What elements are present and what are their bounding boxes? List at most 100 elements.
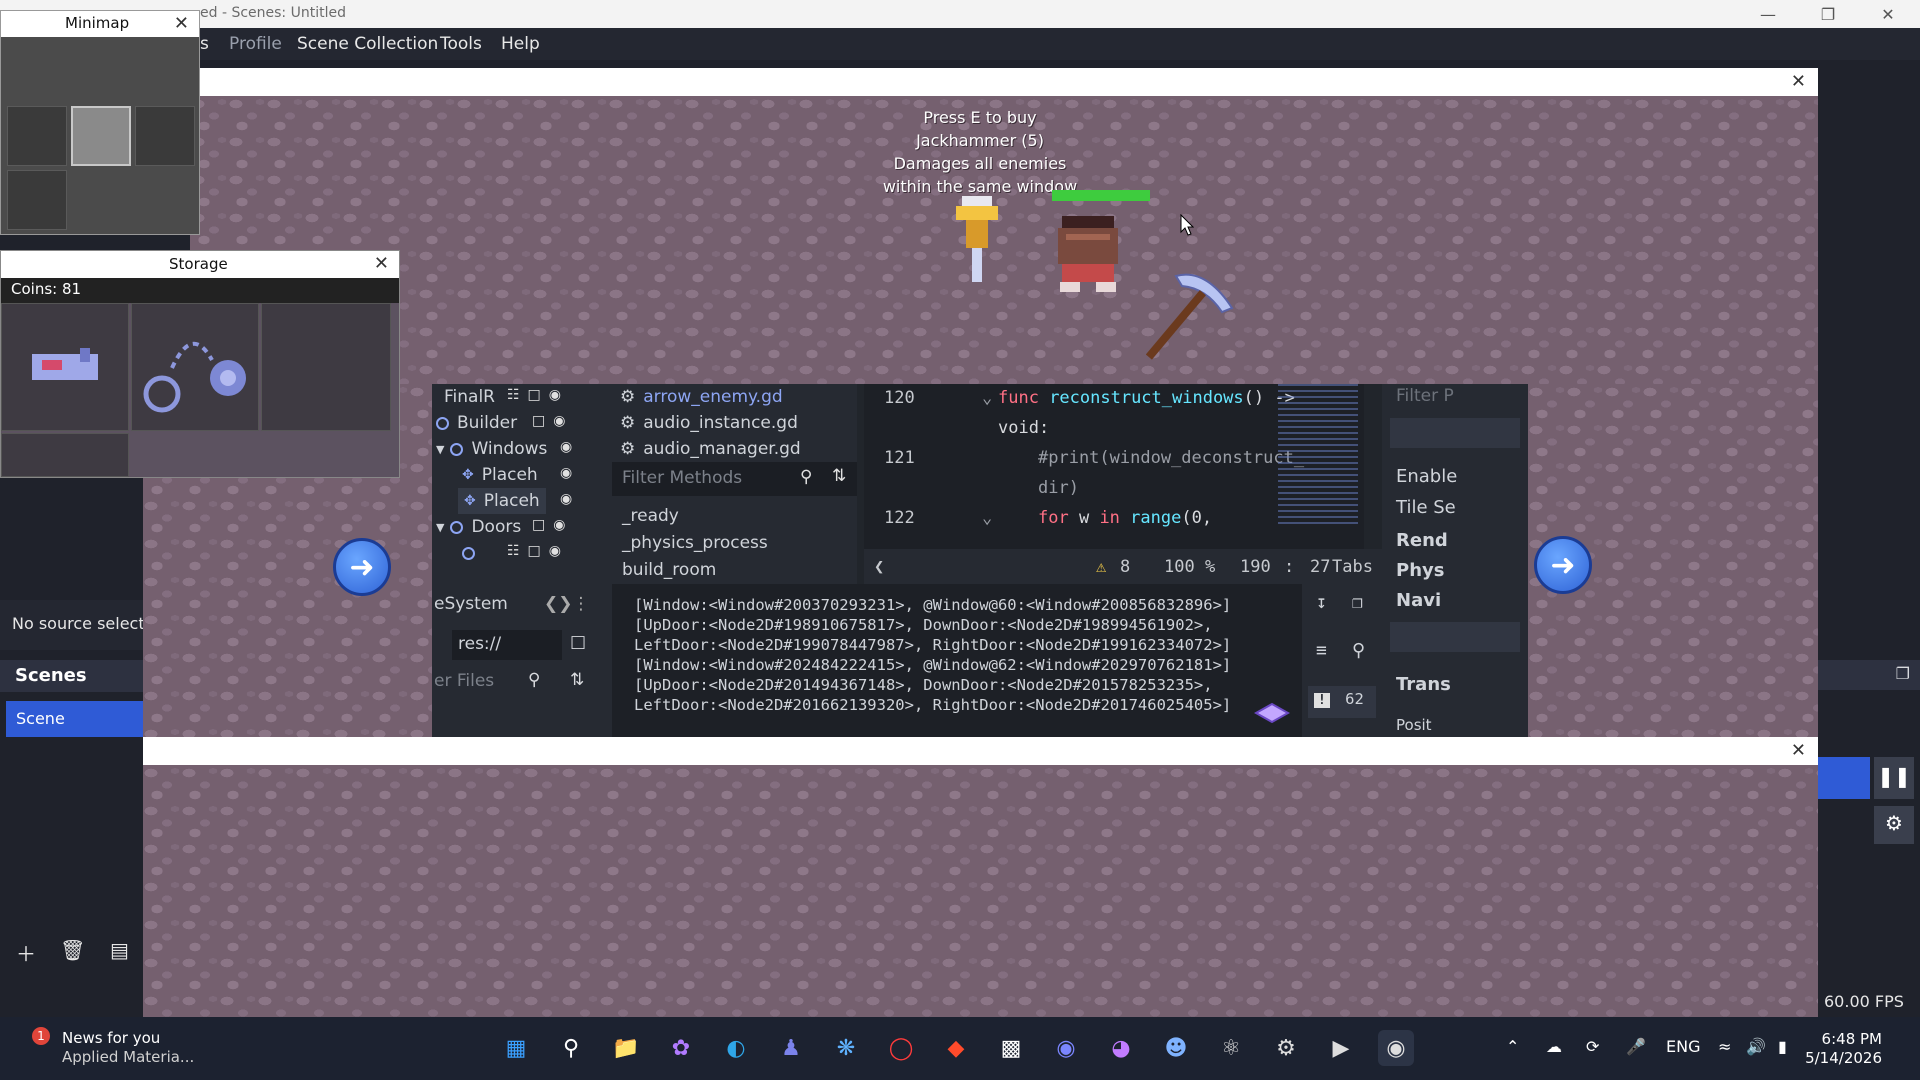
split-view-icon[interactable]: □ — [570, 632, 586, 652]
search-icon[interactable]: ⚲ — [1352, 640, 1365, 661]
menu-item-profile[interactable]: Profile — [229, 34, 282, 54]
storage-slot[interactable] — [131, 303, 259, 431]
menu-item-tools[interactable]: Tools — [440, 34, 482, 54]
visibility-eye-icon[interactable]: ◉ — [560, 491, 580, 507]
store-icon[interactable]: ▩ — [993, 1030, 1029, 1066]
record-button[interactable] — [1818, 757, 1870, 799]
chevron-down-icon[interactable]: ▼ — [436, 521, 444, 534]
visibility-eye-icon[interactable]: ◉ — [560, 465, 580, 481]
code-editor[interactable]: 120 ⌄ func reconstruct_windows() -> void… — [864, 384, 1364, 549]
tree-node[interactable]: ✥ Placeh — [462, 462, 538, 488]
volume-icon[interactable]: 🔊 — [1746, 1037, 1766, 1056]
resource-field[interactable] — [1390, 418, 1520, 448]
sync-icon[interactable]: ⟳ — [1586, 1037, 1599, 1056]
language-indicator[interactable]: ENG — [1666, 1037, 1700, 1056]
file-explorer-icon[interactable]: 📁 — [608, 1030, 644, 1066]
fold-chevron-icon[interactable]: ⌄ — [982, 508, 992, 528]
app-tray-icon[interactable]: ☁ — [1546, 1037, 1562, 1056]
copy-icon[interactable]: ❐ — [1352, 592, 1363, 613]
tree-node-selected[interactable]: ✥ Placeh — [458, 488, 546, 514]
save-output-icon[interactable]: ↧ — [1316, 592, 1327, 613]
pause-button[interactable]: ❚❚ — [1874, 757, 1914, 799]
node2d-cross-icon: ✥ — [462, 467, 474, 483]
trash-icon[interactable]: 🗑 — [60, 938, 85, 962]
method-item[interactable]: _physics_process — [622, 533, 768, 553]
script-item[interactable]: ⚙ audio_instance.gd — [620, 410, 798, 436]
start-menu-icon[interactable]: ▦ — [498, 1030, 534, 1066]
prev-room-arrow-button[interactable]: ➜ — [333, 538, 391, 596]
battery-icon[interactable]: ▮ — [1778, 1037, 1787, 1056]
storage-slot[interactable] — [1, 303, 129, 431]
zoom-level[interactable]: 100 % — [1164, 557, 1215, 577]
section-navigation[interactable]: Navi — [1396, 590, 1441, 611]
microphone-icon[interactable]: 🎤 — [1626, 1037, 1646, 1056]
method-item[interactable]: build_room — [622, 560, 716, 580]
news-widget[interactable]: 1 News for you Applied Materia... — [20, 1027, 194, 1067]
history-arrows-icon[interactable]: ❮❯⋮ — [544, 594, 590, 614]
discord-icon[interactable]: ◉ — [1048, 1030, 1084, 1066]
close-icon[interactable]: ✕ — [1791, 71, 1806, 92]
chevron-up-icon[interactable]: ⌃ — [1506, 1037, 1519, 1056]
script-item[interactable]: ⚙ arrow_enemy.gd — [620, 384, 783, 410]
tree-node[interactable] — [462, 540, 483, 566]
sort-icon[interactable]: ⇅ — [832, 466, 846, 486]
next-room-arrow-button[interactable]: ➜ — [1534, 536, 1592, 594]
fold-chevron-icon[interactable]: ⌄ — [982, 388, 992, 408]
method-item[interactable]: _ready — [622, 506, 679, 526]
tree-node[interactable]: ▼ Doors — [436, 514, 521, 540]
scene-filters-icon[interactable]: ▤ — [110, 938, 129, 962]
indent-mode[interactable]: Tabs — [1332, 557, 1373, 577]
chevron-down-icon[interactable]: ▼ — [436, 443, 444, 456]
scene-list-item[interactable]: Scene — [6, 701, 143, 737]
section-physics[interactable]: Phys — [1396, 560, 1444, 581]
gear-icon[interactable]: ⚙ — [1874, 806, 1914, 844]
tree-node[interactable]: ▼ Windows — [436, 436, 547, 462]
github-icon[interactable]: ◕ — [1103, 1030, 1139, 1066]
media-player-icon[interactable]: ▶ — [1323, 1030, 1359, 1066]
filesystem-tab[interactable]: eSystem — [434, 594, 508, 614]
script-item[interactable]: ⚙ audio_manager.gd — [620, 436, 801, 462]
dock-float-icon[interactable]: ❐ — [1896, 664, 1910, 683]
wifi-icon[interactable]: ≈ — [1718, 1037, 1731, 1056]
tree-node[interactable]: Builder — [436, 410, 517, 436]
menu-item-docks[interactable]: s — [200, 34, 209, 54]
message-count-toggle[interactable]: ! 62 — [1308, 686, 1376, 718]
section-transform[interactable]: Trans — [1396, 674, 1451, 695]
filter-files-input[interactable]: er Files — [434, 671, 494, 691]
close-icon[interactable]: ✕ — [1791, 740, 1806, 761]
visibility-eye-icon[interactable]: ◉ — [560, 439, 580, 455]
filter-methods-input[interactable]: Filter Methods ⚲ ⇅ — [612, 462, 857, 496]
storage-slot[interactable] — [1, 433, 129, 477]
godot-icon[interactable]: ☻ — [1158, 1030, 1194, 1066]
property-field[interactable] — [1390, 622, 1520, 652]
minimize-button[interactable]: — — [1740, 0, 1796, 28]
close-icon[interactable]: ✕ — [374, 253, 389, 274]
teams-icon[interactable]: ♟ — [773, 1030, 809, 1066]
edge-icon[interactable]: ◐ — [718, 1030, 754, 1066]
close-icon[interactable]: ✕ — [174, 13, 189, 34]
close-window-button[interactable]: ✕ — [1860, 0, 1916, 28]
copilot-icon[interactable]: ✿ — [663, 1030, 699, 1066]
path-field[interactable]: res:// — [452, 630, 562, 660]
app-icon[interactable]: ⚛ — [1213, 1030, 1249, 1066]
menu-item-scene-collection[interactable]: Scene Collection — [297, 34, 438, 54]
add-scene-button[interactable]: ＋ — [16, 938, 36, 967]
app-icon[interactable]: ◆ — [938, 1030, 974, 1066]
maximize-button[interactable]: ❐ — [1800, 0, 1856, 28]
filter-properties-input[interactable]: Filter P — [1396, 386, 1454, 406]
settings-icon[interactable]: ⚙ — [1268, 1030, 1304, 1066]
code-minimap[interactable] — [1278, 384, 1358, 524]
warning-icon[interactable]: ⚠ — [1096, 557, 1106, 577]
chevron-left-icon[interactable]: ❮ — [874, 557, 884, 577]
sort-icon[interactable]: ⇅ — [570, 670, 584, 690]
obs-icon[interactable]: ◉ — [1378, 1030, 1414, 1066]
storage-slot[interactable] — [261, 303, 391, 431]
opera-icon[interactable]: ◯ — [883, 1030, 919, 1066]
section-rendering[interactable]: Rend — [1396, 530, 1448, 551]
search-icon[interactable]: ⚲ — [553, 1030, 589, 1066]
clock[interactable]: 6:48 PM 5/14/2026 — [1805, 1030, 1882, 1068]
app-icon[interactable]: ❋ — [828, 1030, 864, 1066]
menu-item-help[interactable]: Help — [501, 34, 540, 54]
filter-lines-icon[interactable]: ≡ — [1316, 640, 1327, 661]
tree-node[interactable]: FinalR — [444, 384, 495, 410]
